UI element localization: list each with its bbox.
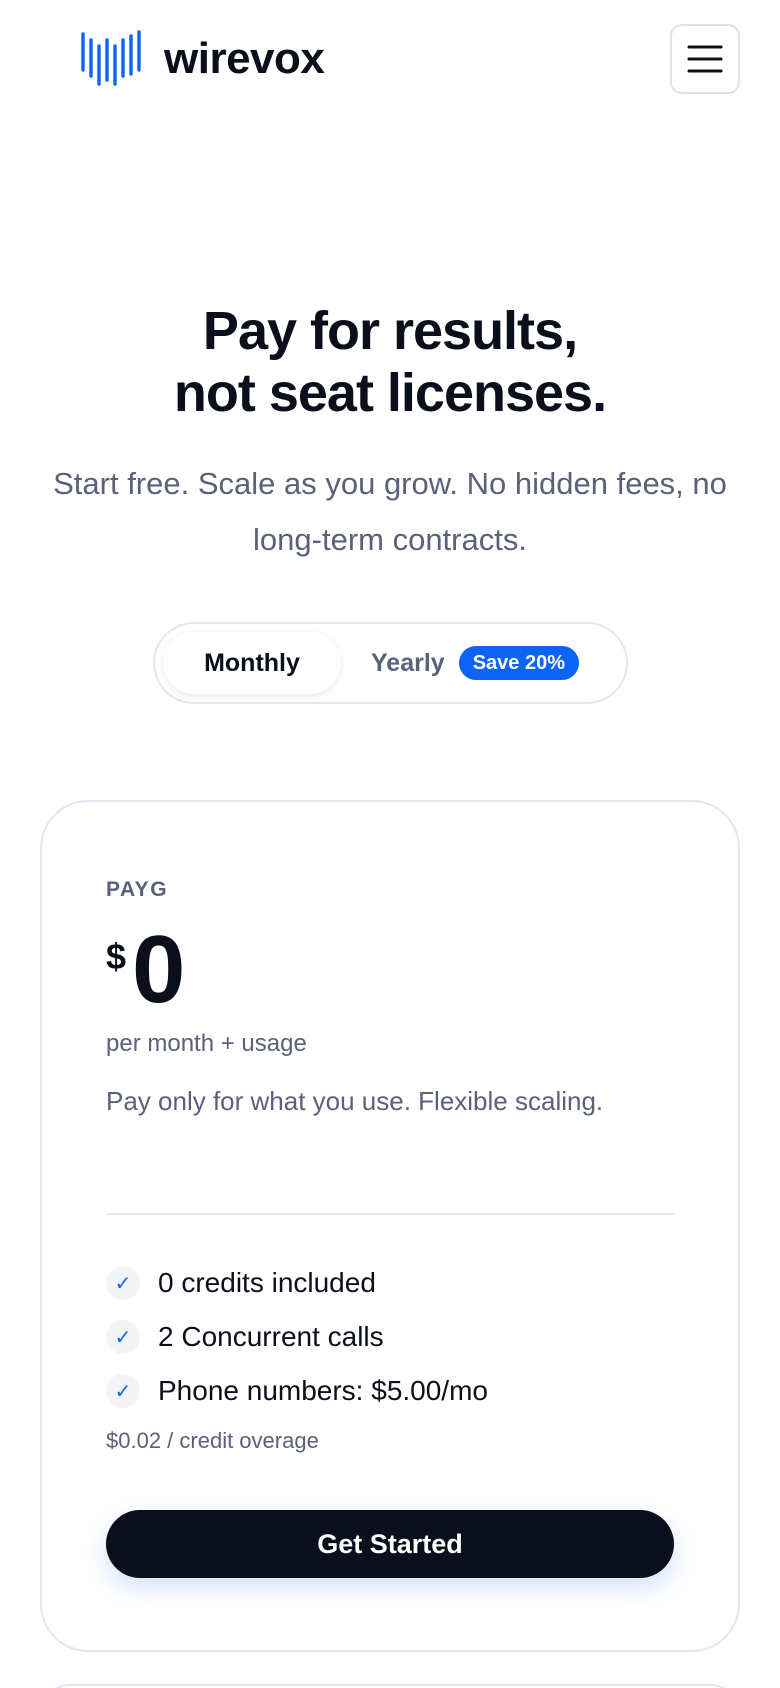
feature-item: ✓ Phone numbers: $5.00/mo [106,1364,674,1418]
brand-logo[interactable]: wirevox [80,30,325,88]
plan-name: PAYG [106,878,169,901]
toggle-yearly-label: Yearly [371,648,445,677]
toggle-monthly[interactable]: Monthly [163,632,341,694]
site-header: wirevox [0,0,780,118]
plan-card-next [40,1684,740,1688]
save-badge: Save 20% [458,646,579,680]
pricing-page: wirevox Pay for results, not seat licens… [0,0,780,1688]
price-currency: $ [106,936,127,977]
hero-subtitle: Start free. Scale as you grow. No hidden… [53,466,727,557]
price-amount: 0 [132,916,185,1023]
plan-card-payg: PAYG $ 0 per month + usage Pay only for … [40,800,740,1652]
hero-title-line-2: not seat licenses. [173,363,607,423]
waveform-logo-icon [81,30,141,86]
hero-title-line-1: Pay for results, [202,301,578,361]
feature-list: ✓ 0 credits included ✓ 2 Concurrent call… [106,1256,674,1418]
menu-button[interactable] [670,24,740,94]
overage-note: $0.02 / credit overage [106,1428,319,1453]
checkmark-icon: ✓ [106,1374,140,1408]
toggle-yearly[interactable]: Yearly Save 20% [371,632,579,694]
feature-text: 0 credits included [158,1267,376,1298]
billing-toggle: Monthly Yearly Save 20% [153,622,628,704]
plan-description: Pay only for what you use. Flexible scal… [106,1086,604,1116]
feature-text: Phone numbers: $5.00/mo [158,1375,488,1406]
checkmark-icon: ✓ [106,1320,140,1354]
feature-text: 2 Concurrent calls [158,1321,384,1352]
hamburger-menu-icon [687,45,723,73]
feature-item: ✓ 2 Concurrent calls [106,1310,674,1364]
feature-item: ✓ 0 credits included [106,1256,674,1310]
divider [106,1213,674,1215]
brand-name: wirevox [164,34,325,83]
price-period: per month + usage [106,1030,307,1057]
hero-title: Pay for results, not seat licenses. [0,300,780,424]
checkmark-icon: ✓ [106,1266,140,1300]
get-started-button[interactable]: Get Started [106,1510,674,1578]
